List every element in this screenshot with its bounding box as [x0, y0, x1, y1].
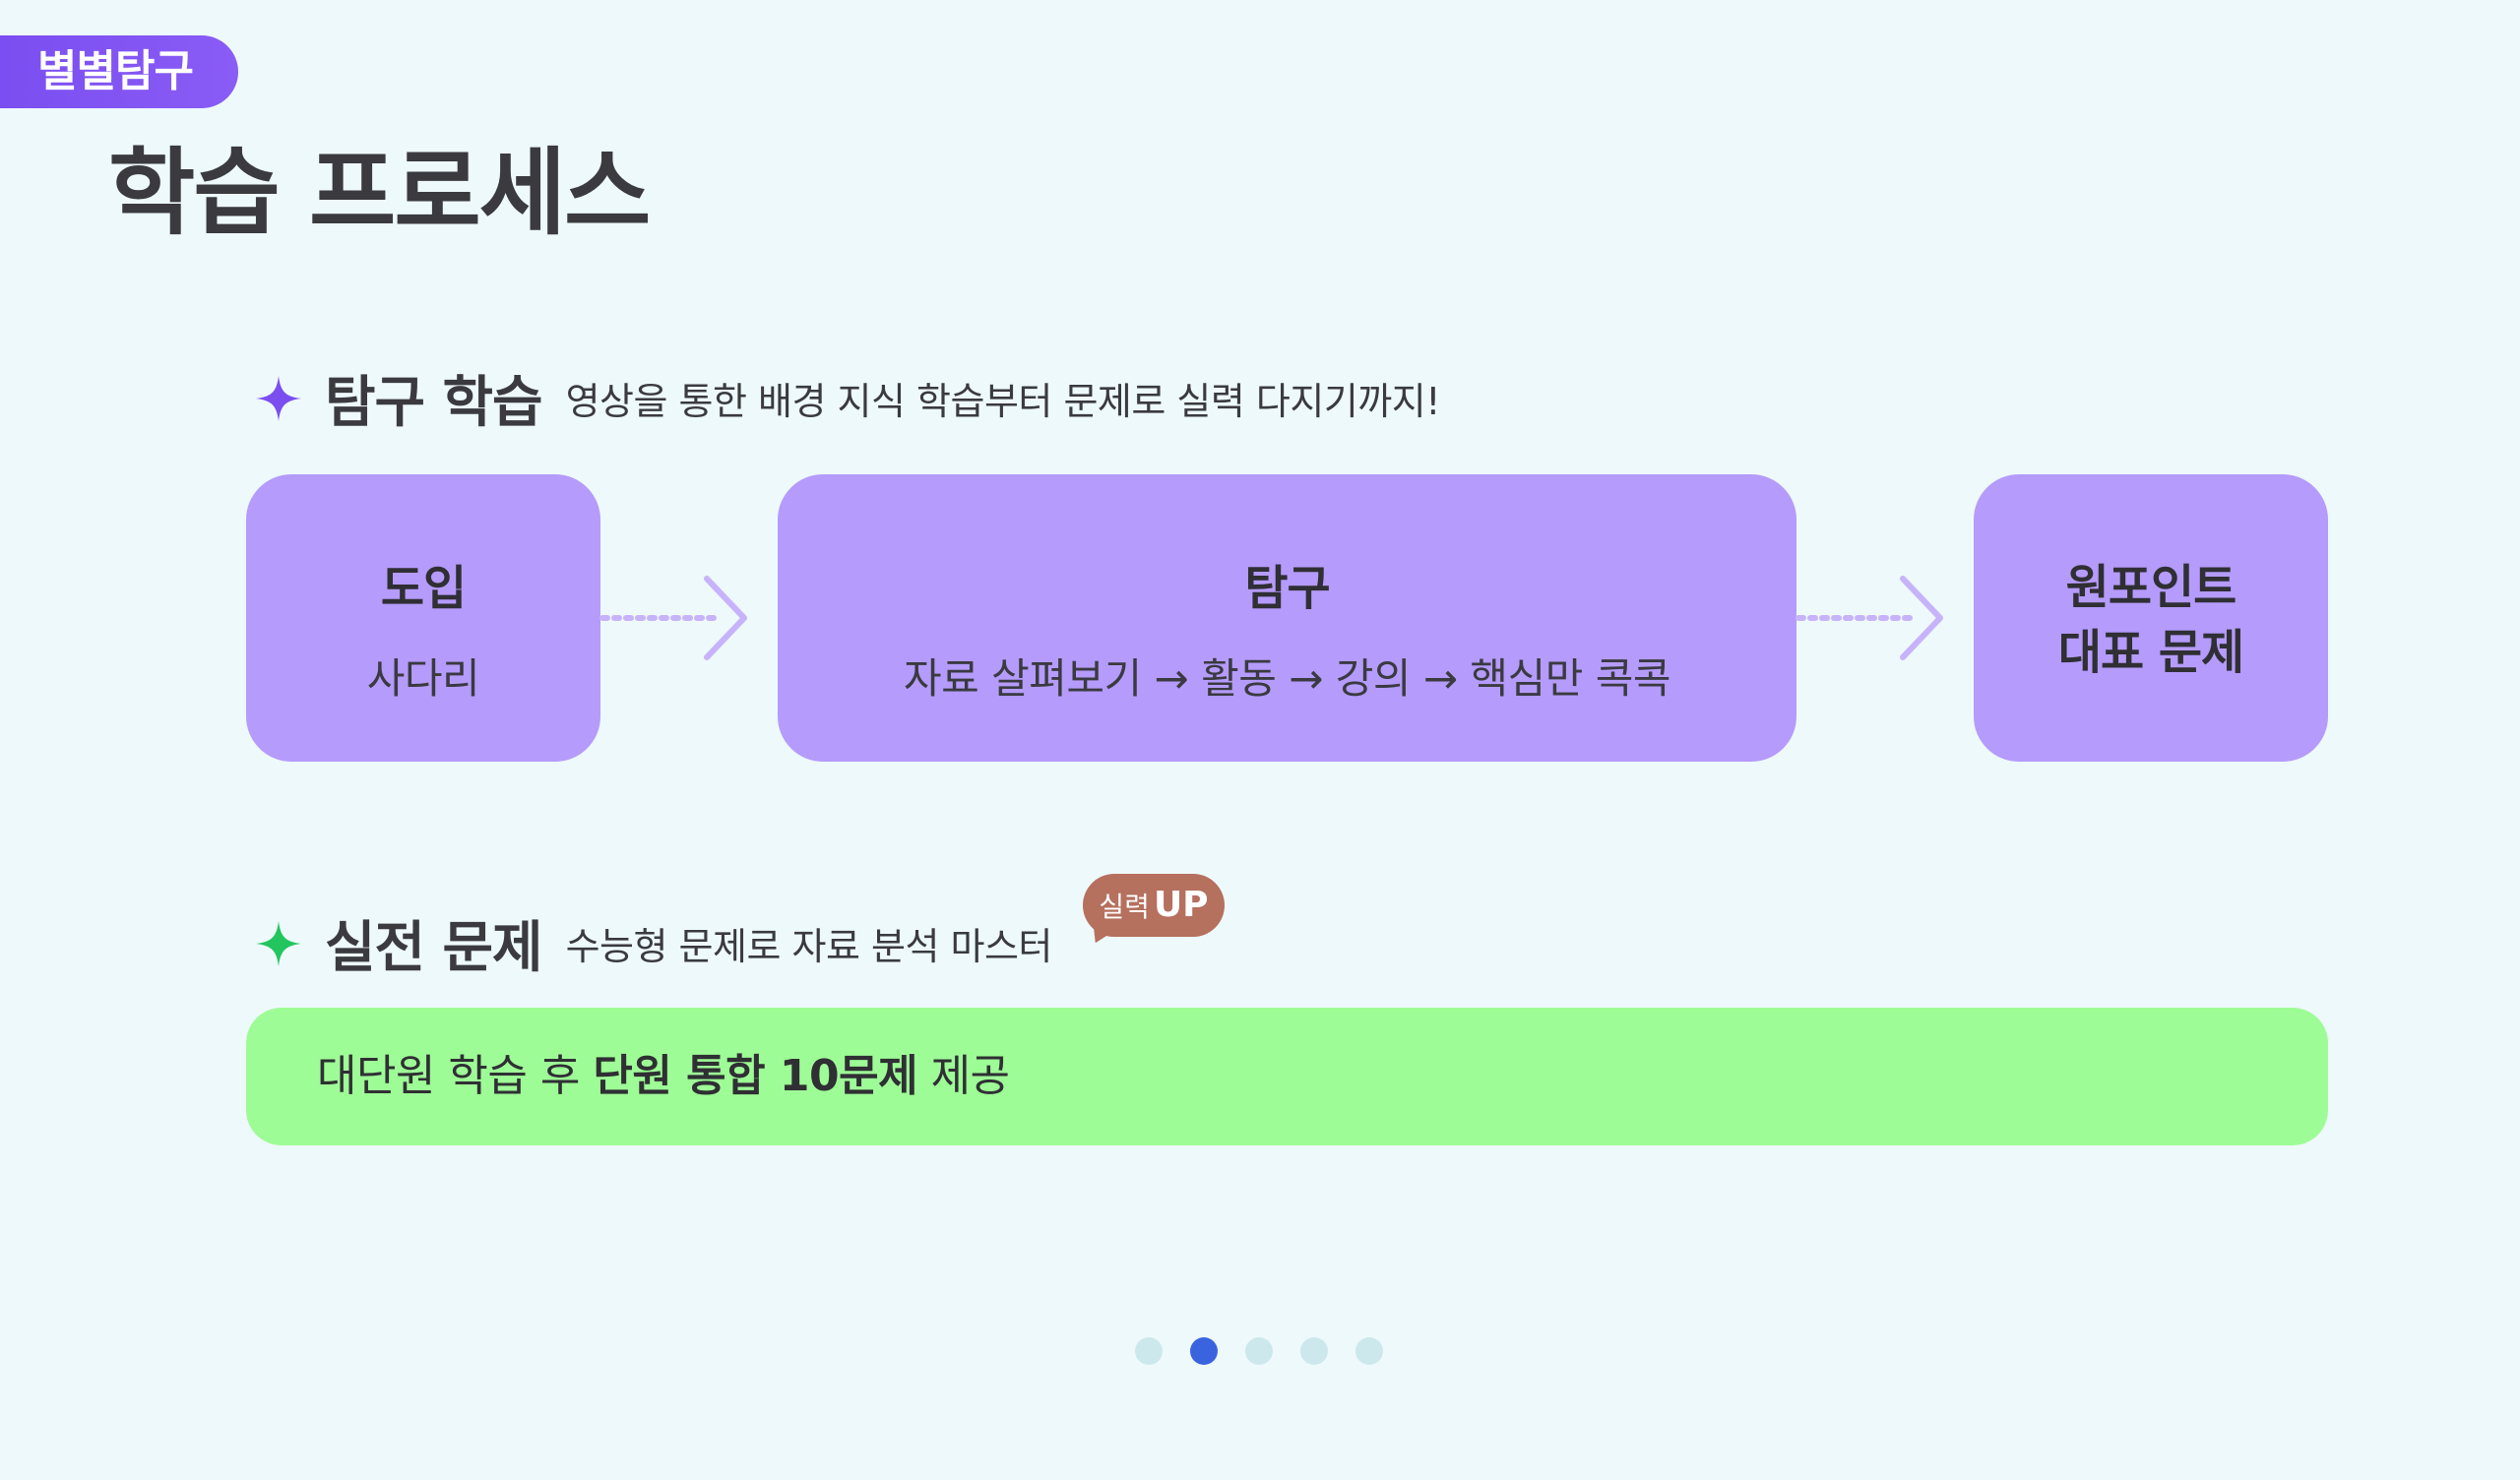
- arrow-right-icon: [1796, 576, 1943, 660]
- page-dot-2[interactable]: [1190, 1337, 1218, 1365]
- step-title-line1: 원포인트: [2065, 560, 2237, 615]
- pagination: [1135, 1337, 1383, 1365]
- step-subtitle: 자료 살펴보기 → 활동 → 강의 → 핵심만 콕콕: [904, 654, 1670, 703]
- page-dot-4[interactable]: [1300, 1337, 1328, 1365]
- category-tag: 별별탐구: [0, 35, 238, 108]
- section-description: 영상을 통한 배경 지식 학습부터 문제로 실력 다지기까지!: [565, 380, 1441, 423]
- step-title-line2: 대표 문제: [2057, 625, 2244, 680]
- step-intro: 도입 사다리: [246, 474, 600, 762]
- step-subtitle: 사다리: [366, 654, 480, 703]
- sparkle-icon: [256, 920, 301, 966]
- sparkle-icon: [256, 375, 301, 421]
- banner-text-end: 제공: [917, 1051, 1010, 1101]
- page-dot-1[interactable]: [1135, 1337, 1163, 1365]
- practice-banner: 대단원 학습 후 단원 통합 10문제 제공: [246, 1008, 2328, 1145]
- step-one-point: 원포인트 대표 문제: [1974, 474, 2328, 762]
- banner-text: 대단원 학습 후: [317, 1051, 594, 1101]
- section-title: 탐구 학습: [325, 371, 543, 435]
- step-title: 도입: [380, 561, 467, 616]
- page-dot-5[interactable]: [1355, 1337, 1383, 1365]
- section-description: 수능형 문제로 자료 분석 마스터: [565, 925, 1053, 968]
- section-header-inquiry: 탐구 학습 영상을 통한 배경 지식 학습부터 문제로 실력 다지기까지!: [254, 358, 1440, 438]
- page-title: 학습 프로세스: [108, 138, 651, 248]
- arrow-right-icon: [599, 576, 747, 660]
- section-header-practice: 실전 문제 수능형 문제로 자료 분석 마스터: [254, 903, 1052, 983]
- badge-small-text: 실력: [1099, 891, 1150, 923]
- skill-up-badge: 실력 UP: [1083, 874, 1225, 937]
- banner-highlight: 단원 통합 10문제: [593, 1051, 918, 1101]
- step-inquiry: 탐구 자료 살펴보기 → 활동 → 강의 → 핵심만 콕콕: [778, 474, 1796, 762]
- step-title: 탐구: [1244, 561, 1330, 616]
- badge-big-text: UP: [1153, 885, 1209, 925]
- page-dot-3[interactable]: [1245, 1337, 1273, 1365]
- section-title: 실전 문제: [325, 916, 543, 980]
